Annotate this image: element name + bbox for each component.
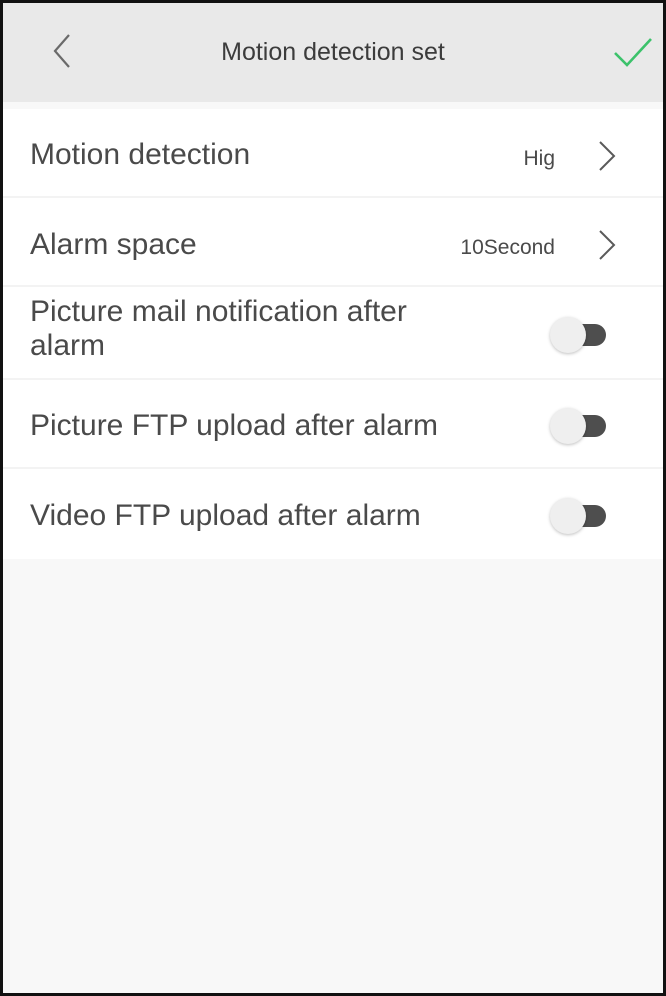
- setting-label: Motion detection: [30, 138, 251, 171]
- setting-label: Picture FTP upload after alarm: [30, 409, 438, 442]
- setting-row-motion-detection[interactable]: Motion detection Hig: [3, 109, 663, 198]
- picture-mail-toggle[interactable]: [550, 315, 608, 355]
- setting-value: 10Second: [460, 236, 555, 259]
- toggle-knob: [550, 317, 586, 353]
- setting-row-alarm-space[interactable]: Alarm space 10Second: [3, 198, 663, 287]
- chevron-right-icon: [599, 141, 616, 171]
- setting-label-line: Picture mail notification after: [30, 295, 407, 328]
- picture-ftp-toggle[interactable]: [550, 406, 608, 446]
- setting-label: Picture mail notification after alarm: [30, 295, 407, 363]
- setting-label: Alarm space: [30, 228, 197, 261]
- setting-row-picture-mail: Picture mail notification after alarm: [3, 287, 663, 380]
- page-title: Motion detection set: [221, 38, 445, 66]
- settings-list: Motion detection Hig Alarm space 10Secon…: [3, 109, 663, 559]
- chevron-right-icon: [599, 230, 616, 260]
- toggle-knob: [550, 408, 586, 444]
- setting-label: Video FTP upload after alarm: [30, 499, 421, 532]
- setting-row-picture-ftp: Picture FTP upload after alarm: [3, 380, 663, 469]
- setting-label-line: alarm: [30, 329, 106, 362]
- toggle-knob: [550, 498, 586, 534]
- header-bar: Motion detection set: [3, 3, 663, 102]
- confirm-button[interactable]: [607, 33, 655, 73]
- checkmark-icon: [614, 38, 652, 67]
- app-screen: Motion detection set Motion detection Hi…: [0, 0, 666, 996]
- video-ftp-toggle[interactable]: [550, 496, 608, 536]
- setting-value: Hig: [523, 147, 555, 170]
- setting-row-video-ftp: Video FTP upload after alarm: [3, 469, 663, 559]
